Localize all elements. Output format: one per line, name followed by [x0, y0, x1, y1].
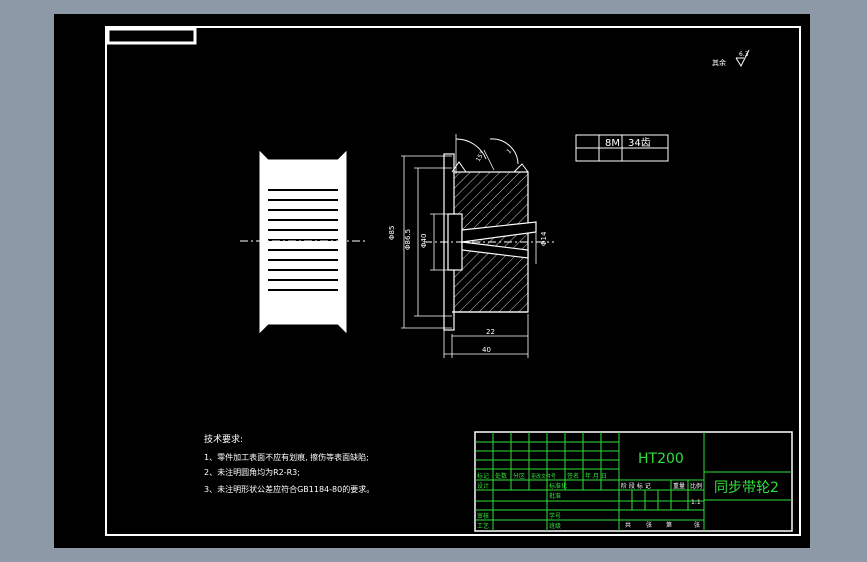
- material-label: HT200: [638, 451, 684, 467]
- stage-scale: 比例: [690, 482, 702, 490]
- dim-outer-dia: Φ85: [388, 226, 396, 240]
- dim-bore-dia: Φ40: [420, 234, 428, 248]
- drawing-title: 同步带轮2: [714, 480, 779, 496]
- pulley-section-view: 15° 1: [424, 134, 554, 331]
- mid-approve: 批准: [549, 492, 561, 500]
- tooth-pitch: 8M: [605, 138, 620, 149]
- scale-value: 1:1: [691, 499, 701, 506]
- tech-item-1: 1、零件加工表面不应有划痕, 擦伤等表面缺陷;: [204, 452, 369, 462]
- hdr-mark: 标记: [477, 472, 489, 480]
- cad-viewport[interactable]: 其余 6.3 8M 34齿 15° 1 Φ85 Φ86.5 Φ40 Φ14 22…: [54, 14, 810, 548]
- sheet-total: 共: [625, 521, 631, 529]
- roughness-symbol: 其余 6.3: [712, 49, 750, 68]
- dim-pitch-dia: Φ86.5: [404, 229, 412, 250]
- mid-standard: 标准化: [549, 482, 567, 490]
- roughness-value: 6.3: [739, 51, 749, 58]
- hdr-doc: 更改文件号: [531, 473, 556, 480]
- role-design: 设计: [477, 482, 489, 490]
- tooth-count: 34齿: [628, 137, 651, 149]
- roughness-note: 其余: [712, 58, 726, 67]
- tech-requirements: 技术要求: 1、零件加工表面不应有划痕, 擦伤等表面缺陷; 2、未注明圆角均为R…: [204, 433, 374, 494]
- title-block: HT200 同步带轮2 标记 处数 分区 更改文件号 签名 年 月 日 设计 审…: [474, 431, 793, 532]
- sheet-no: 第: [666, 521, 672, 529]
- tech-item-2: 2、未注明圆角均为R2-R3;: [204, 467, 300, 477]
- hdr-zone: 分区: [513, 472, 525, 480]
- mid-student-id: 学号: [549, 512, 561, 520]
- hdr-date: 年 月 日: [585, 472, 607, 480]
- stage-mark: 阶 段 标 记: [621, 482, 651, 490]
- role-process: 工艺: [477, 522, 489, 530]
- dim-total-width: 40: [482, 346, 491, 354]
- tooth-spec-table: 8M 34齿: [575, 134, 669, 162]
- dim-hub-width: 22: [486, 328, 495, 336]
- tech-heading: 技术要求:: [204, 433, 243, 445]
- corner-tag: [106, 27, 197, 45]
- mid-class: 班级: [549, 522, 561, 530]
- pulley-side-view: [240, 150, 366, 334]
- role-review: 审核: [477, 512, 489, 520]
- dim-angle: 15°: [475, 150, 486, 163]
- tech-item-3: 3、未注明形状公差应符合GB1184-80的要求。: [204, 484, 374, 494]
- sheet-unit-2: 张: [694, 521, 700, 529]
- hdr-sign: 签名: [567, 472, 579, 480]
- dim-keyway: Φ14: [540, 231, 548, 246]
- hdr-count: 处数: [495, 472, 507, 480]
- stage-weight: 重量: [673, 482, 685, 490]
- drawing-canvas: 其余 6.3 8M 34齿 15° 1 Φ85 Φ86.5 Φ40 Φ14 22…: [105, 26, 801, 536]
- sheet-unit-1: 张: [646, 521, 652, 529]
